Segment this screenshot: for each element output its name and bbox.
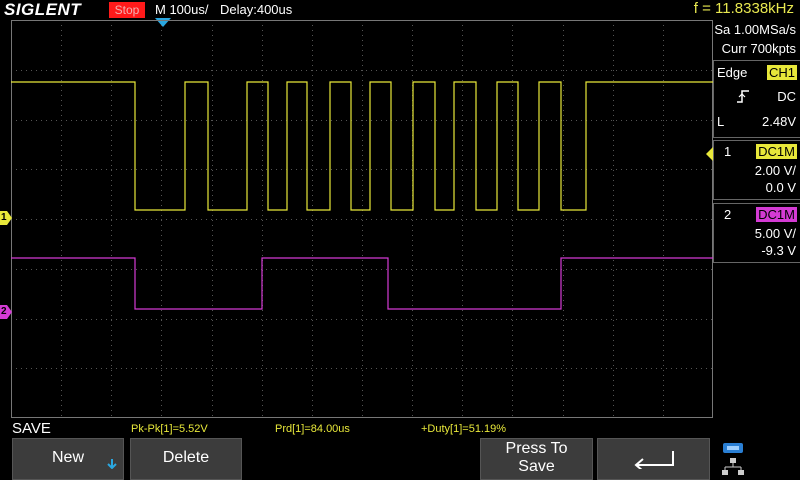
- active-channel-arrow-icon: [706, 147, 713, 161]
- measurement-period: Prd[1]=84.00us: [275, 423, 350, 435]
- brand-logo: SIGLENT: [4, 0, 82, 19]
- right-info-panel: Sa 1.00MSa/s Curr 700kpts Edge CH1 DC L …: [713, 20, 800, 263]
- channel1-coupling: DC1M: [756, 144, 797, 159]
- trigger-type: Edge: [717, 65, 748, 80]
- memory-depth: Curr 700kpts: [721, 41, 796, 56]
- return-arrow-icon: [634, 451, 674, 469]
- press-to-save-button[interactable]: Press To Save: [480, 438, 593, 480]
- measurement-pkpk: Pk-Pk[1]=5.52V: [131, 423, 208, 435]
- delay-readout[interactable]: Delay:400us: [220, 2, 292, 17]
- trigger-box[interactable]: Edge CH1 DC L 2.48V: [713, 60, 800, 138]
- channel1-box[interactable]: 1 DC1M 2.00 V/ 0.0 V: [713, 140, 800, 200]
- bottom-menu-bar: SAVE Pk-Pk[1]=5.52V Prd[1]=84.00us +Duty…: [0, 418, 800, 480]
- channel2-coupling: DC1M: [756, 207, 797, 222]
- delete-button[interactable]: Delete: [130, 438, 242, 480]
- arrow-down-icon: [107, 459, 117, 469]
- channel2-ground-marker[interactable]: 2: [0, 305, 12, 319]
- trigger-level: 2.48V: [762, 114, 796, 129]
- return-button[interactable]: [597, 438, 710, 480]
- waveform-display: [11, 20, 713, 418]
- delete-button-label: Delete: [162, 449, 210, 466]
- usb-icon: [723, 443, 743, 453]
- timebase-readout[interactable]: M 100us/: [155, 2, 208, 17]
- channel2-number: 2: [724, 207, 732, 222]
- channel1-scale: 2.00 V/: [754, 163, 796, 178]
- frequency-readout: f = 11.8338kHz: [693, 0, 794, 17]
- press-to-save-line1: Press To: [505, 440, 568, 457]
- top-status-bar: SIGLENT Stop M 100us/ Delay:400us f = 11…: [0, 0, 800, 20]
- trigger-source: CH1: [766, 65, 797, 80]
- channel1-number: 1: [724, 144, 732, 159]
- channel2-scale: 5.00 V/: [754, 226, 796, 241]
- press-to-save-line2: Save: [518, 458, 555, 475]
- menu-title: SAVE: [12, 420, 51, 437]
- channel2-box[interactable]: 2 DC1M 5.00 V/ -9.3 V: [713, 203, 800, 263]
- graticule: [11, 20, 713, 418]
- run-state-badge[interactable]: Stop: [109, 2, 145, 18]
- trigger-coupling: DC: [777, 89, 796, 104]
- measurement-duty: +Duty[1]=51.19%: [421, 423, 507, 435]
- sample-rate: Sa 1.00MSa/s: [714, 22, 796, 37]
- channel1-ground-marker[interactable]: 1: [0, 211, 12, 225]
- network-icon: [722, 458, 744, 475]
- trigger-level-label: L: [717, 114, 725, 129]
- new-button[interactable]: New: [12, 438, 124, 480]
- channel1-offset: 0.0 V: [765, 180, 796, 195]
- rising-edge-icon: [737, 90, 749, 103]
- channel2-offset: -9.3 V: [761, 243, 796, 258]
